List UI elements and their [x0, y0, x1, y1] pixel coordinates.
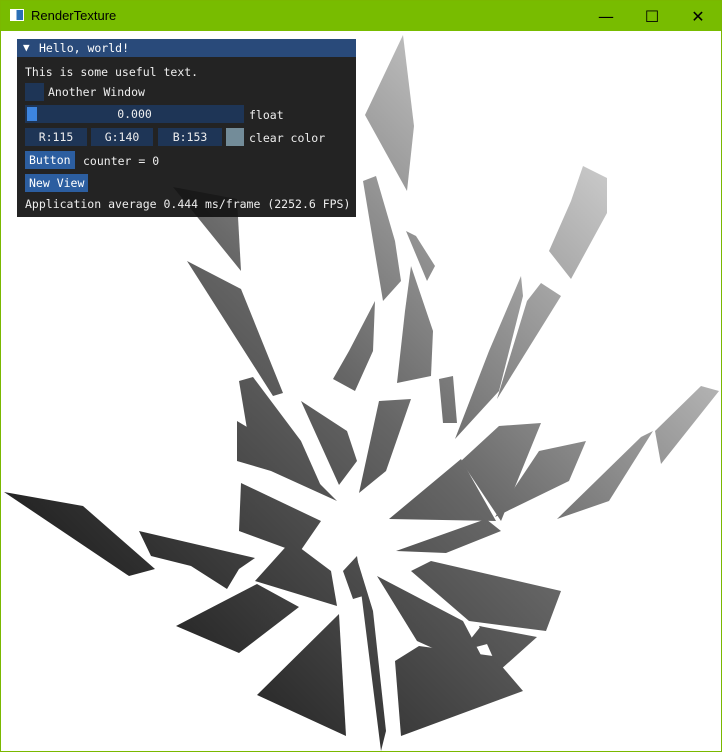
close-button[interactable]: ✕ [675, 1, 721, 31]
new-view-button[interactable]: New View [25, 174, 89, 192]
useful-text: This is some useful text. [25, 65, 199, 79]
fps-text: Application average 0.444 ms/frame (2252… [25, 197, 351, 211]
render-viewport[interactable]: ▼ Hello, world! This is some useful text… [1, 31, 721, 751]
float-slider[interactable]: 0.000 [25, 105, 244, 123]
shard [396, 519, 501, 553]
shard [439, 376, 457, 423]
shard [365, 35, 414, 191]
shard [4, 492, 155, 576]
window-title: RenderTexture [31, 8, 117, 23]
clear-color-label: clear color [249, 131, 326, 145]
imgui-panel: ▼ Hello, world! This is some useful text… [17, 39, 356, 217]
color-g-field[interactable]: G:140 [91, 128, 153, 146]
window-app-icon [10, 9, 24, 21]
checkbox-label: Another Window [48, 85, 145, 99]
shard [333, 301, 375, 391]
panel-header[interactable]: ▼ Hello, world! [17, 39, 356, 57]
shard [359, 399, 411, 493]
another-window-checkbox[interactable] [25, 83, 44, 101]
title-bar[interactable]: RenderTexture — ☐ ✕ [1, 1, 721, 31]
clear-color-swatch[interactable] [226, 128, 244, 146]
button[interactable]: Button [25, 151, 75, 169]
shard [549, 166, 607, 279]
shard [187, 261, 283, 396]
shard [239, 483, 321, 553]
color-b-field[interactable]: B:153 [158, 128, 222, 146]
app-window: RenderTexture — ☐ ✕ ▼ Hello, world! This… [0, 0, 722, 752]
panel-title: Hello, world! [39, 41, 130, 55]
shard [363, 176, 401, 301]
shard [397, 266, 433, 383]
shard [176, 584, 299, 653]
collapse-arrow-icon[interactable]: ▼ [23, 41, 30, 54]
shard [655, 386, 719, 464]
slider-label: float [249, 108, 284, 122]
minimize-button[interactable]: — [583, 1, 629, 31]
color-r-field[interactable]: R:115 [25, 128, 87, 146]
shard [139, 531, 255, 589]
counter-text: counter = 0 [83, 154, 160, 168]
shard [257, 614, 346, 736]
slider-value: 0.000 [117, 107, 152, 121]
shard [343, 556, 363, 599]
maximize-button[interactable]: ☐ [629, 1, 675, 31]
